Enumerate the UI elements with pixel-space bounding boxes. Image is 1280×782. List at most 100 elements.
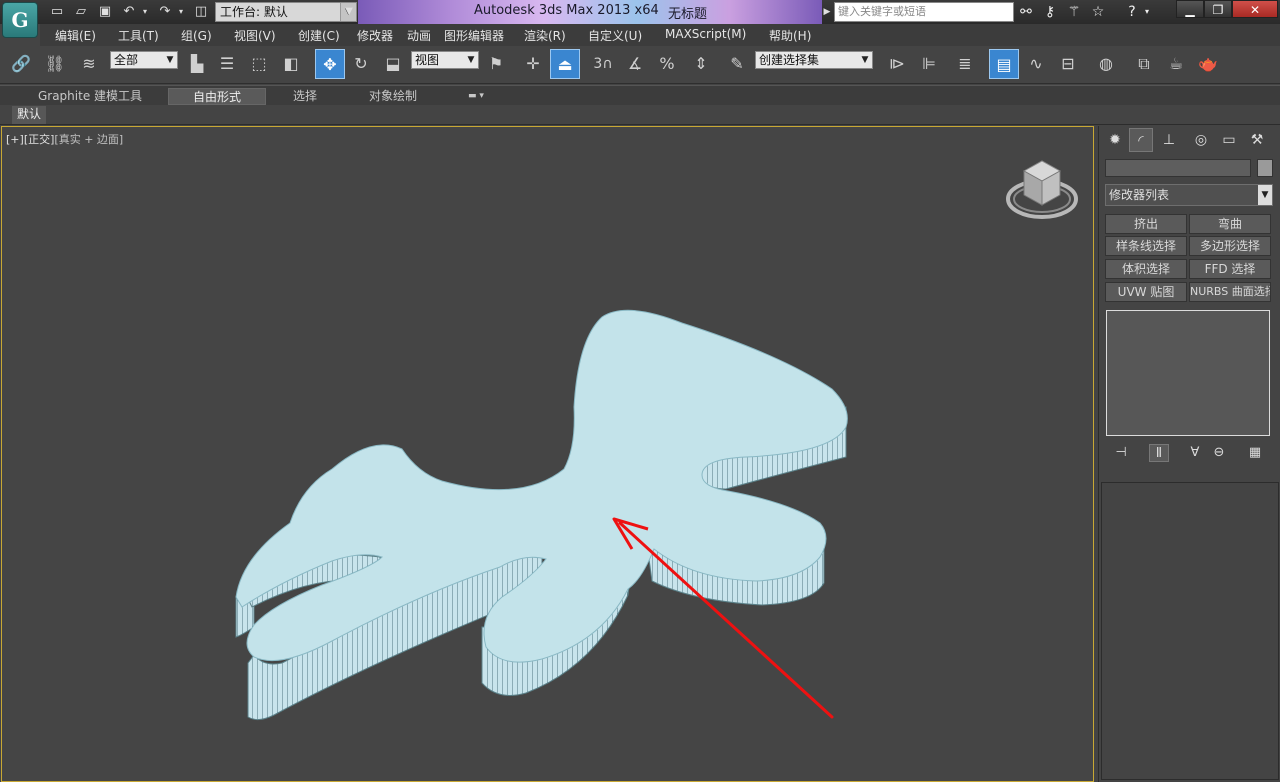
motion-panel-icon[interactable]: ◎ [1189,128,1213,152]
select-and-scale-icon[interactable]: ⬓ [378,49,408,79]
expand-search-icon[interactable]: ▶ [822,3,832,21]
volume-select-button[interactable]: 体积选择 [1105,259,1187,279]
menu-create[interactable]: 创建(C) [298,27,340,44]
curve-editor-icon[interactable]: ∿ [1021,49,1051,79]
mirror-icon[interactable]: ⧐ [882,49,912,79]
redo-icon[interactable]: ↷ [156,3,174,21]
named-selection-dropdown[interactable]: 创建选择集 ▼ [755,51,873,69]
open-file-icon[interactable]: ▱ [72,3,90,21]
reference-coordinate-dropdown[interactable]: 视图 ▼ [411,51,479,69]
spline-select-button[interactable]: 样条线选择 [1105,236,1187,256]
communication-center-icon[interactable]: ⚚ [1064,3,1084,21]
view-cube[interactable] [1006,160,1078,219]
app-logo-icon[interactable]: G [2,2,38,38]
object-color-swatch[interactable] [1257,159,1273,177]
hierarchy-panel-icon[interactable]: ⊥ [1157,128,1181,152]
menu-graph-editors[interactable]: 图形编辑器 [444,27,504,44]
align-icon[interactable]: ⊫ [914,49,944,79]
configure-modifier-sets-icon[interactable]: ▦ [1245,444,1265,462]
undo-icon[interactable]: ↶ [120,3,138,21]
select-and-link-icon[interactable]: 🔗 [6,49,36,79]
schematic-view-icon[interactable]: ⊟ [1053,49,1083,79]
viewport-shading-mode[interactable]: [真实 + 边面] [54,133,123,146]
spinner-snap-icon[interactable]: ⇕ [686,49,716,79]
viewport-view-name[interactable]: [正交] [24,133,55,146]
tab-graphite-modeling[interactable]: Graphite 建模工具 [28,88,152,105]
ribbon-default-tab[interactable]: 默认 [12,106,46,124]
uvw-map-button[interactable]: UVW 贴图 [1105,282,1187,302]
render-production-icon[interactable]: 🫖 [1193,49,1223,79]
menu-customize[interactable]: 自定义(U) [588,27,642,44]
binoculars-icon[interactable]: ⚯ [1016,3,1036,21]
key-icon[interactable]: ⚷ [1040,3,1060,21]
select-and-rotate-icon[interactable]: ↻ [346,49,376,79]
favorites-star-icon[interactable]: ☆ [1088,3,1108,21]
bind-to-space-warp-icon[interactable]: ≋ [74,49,104,79]
unlink-selection-icon[interactable]: ⛓ [40,49,70,79]
extrude-button[interactable]: 挤出 [1105,214,1187,234]
save-icon[interactable]: ▣ [96,3,114,21]
redo-dropdown-icon[interactable]: ▾ [176,3,186,21]
search-input[interactable]: 键入关键字或短语 [834,2,1014,22]
show-end-result-icon[interactable]: Ⅱ [1149,444,1169,462]
edit-named-selection-icon[interactable]: ✎ [722,49,752,79]
menu-animation[interactable]: 动画 [407,27,431,44]
menu-views[interactable]: 视图(V) [234,27,276,44]
select-and-manipulate-icon[interactable]: ✛ [518,49,548,79]
render-setup-icon[interactable]: ⧉ [1129,49,1159,79]
snaps-toggle-icon[interactable]: 3∩ [588,49,618,79]
modify-panel-icon[interactable]: ◜ [1129,128,1153,152]
utilities-panel-icon[interactable]: ⚒ [1245,128,1269,152]
percent-snap-icon[interactable]: % [652,49,682,79]
menu-edit[interactable]: 编辑(E) [55,27,96,44]
ribbon-options-icon[interactable]: ▬ ▾ [462,88,490,105]
tab-object-paint[interactable]: 对象绘制 [360,88,426,105]
menu-group[interactable]: 组(G) [181,27,212,44]
viewport-menu-plus[interactable]: [+] [6,133,24,146]
new-file-icon[interactable]: ▭ [48,3,66,21]
display-panel-icon[interactable]: ▭ [1217,128,1241,152]
graphite-toggle-icon[interactable]: ▤ [989,49,1019,79]
ffd-select-button[interactable]: FFD 选择 [1189,259,1271,279]
restore-button[interactable]: ❐ [1204,0,1232,18]
project-folder-icon[interactable]: ◫ [192,3,210,21]
use-pivot-center-icon[interactable]: ⚑ [481,49,511,79]
selection-filter-dropdown[interactable]: 全部 ▼ [110,51,178,69]
perspective-viewport[interactable]: [+][正交][真实 + 边面] [1,126,1094,782]
material-editor-icon[interactable]: ◍ [1091,49,1121,79]
window-crossing-icon[interactable]: ◧ [276,49,306,79]
help-dropdown-icon[interactable]: ▾ [1142,3,1152,21]
object-name-field[interactable] [1105,159,1251,177]
modifier-list-dropdown[interactable]: 修改器列表 ▼ [1105,184,1273,206]
menu-help[interactable]: 帮助(H) [769,27,811,44]
create-panel-icon[interactable]: ✹ [1103,128,1127,152]
bend-button[interactable]: 弯曲 [1189,214,1271,234]
menu-tools[interactable]: 工具(T) [118,27,159,44]
angle-snap-icon[interactable]: ∡ [620,49,650,79]
remove-modifier-icon[interactable]: ⊖ [1209,444,1229,462]
layer-manager-icon[interactable]: ≣ [950,49,980,79]
viewport-label[interactable]: [+][正交][真实 + 边面] [6,131,123,147]
extruded-shape[interactable] [235,309,848,663]
tab-freeform[interactable]: 自由形式 [168,88,266,105]
menu-maxscript[interactable]: MAXScript(M) [665,27,746,41]
close-button[interactable]: ✕ [1232,0,1278,18]
rendered-frame-window-icon[interactable]: ☕ [1161,49,1191,79]
workspace-dropdown[interactable]: 工作台: 默认 ▼ [215,2,357,22]
rectangular-selection-icon[interactable]: ⬚ [244,49,274,79]
menu-modifiers[interactable]: 修改器 [357,27,393,44]
make-unique-icon[interactable]: ∀ [1185,444,1205,462]
minimize-button[interactable]: ▁ [1176,0,1204,18]
select-by-name-icon[interactable]: ☰ [212,49,242,79]
quick-access-dropdown-icon[interactable]: ▼ [342,3,356,21]
modifier-stack[interactable] [1106,310,1270,436]
pin-stack-icon[interactable]: ⊣ [1111,444,1131,462]
menu-rendering[interactable]: 渲染(R) [524,27,566,44]
poly-select-button[interactable]: 多边形选择 [1189,236,1271,256]
help-icon[interactable]: ? [1122,3,1142,21]
select-object-icon[interactable]: ▙ [182,49,212,79]
undo-dropdown-icon[interactable]: ▾ [140,3,150,21]
select-and-move-icon[interactable]: ✥ [315,49,345,79]
tab-selection[interactable]: 选择 [280,88,330,105]
nurbs-surface-select-button[interactable]: NURBS 曲面选择 [1189,282,1271,302]
